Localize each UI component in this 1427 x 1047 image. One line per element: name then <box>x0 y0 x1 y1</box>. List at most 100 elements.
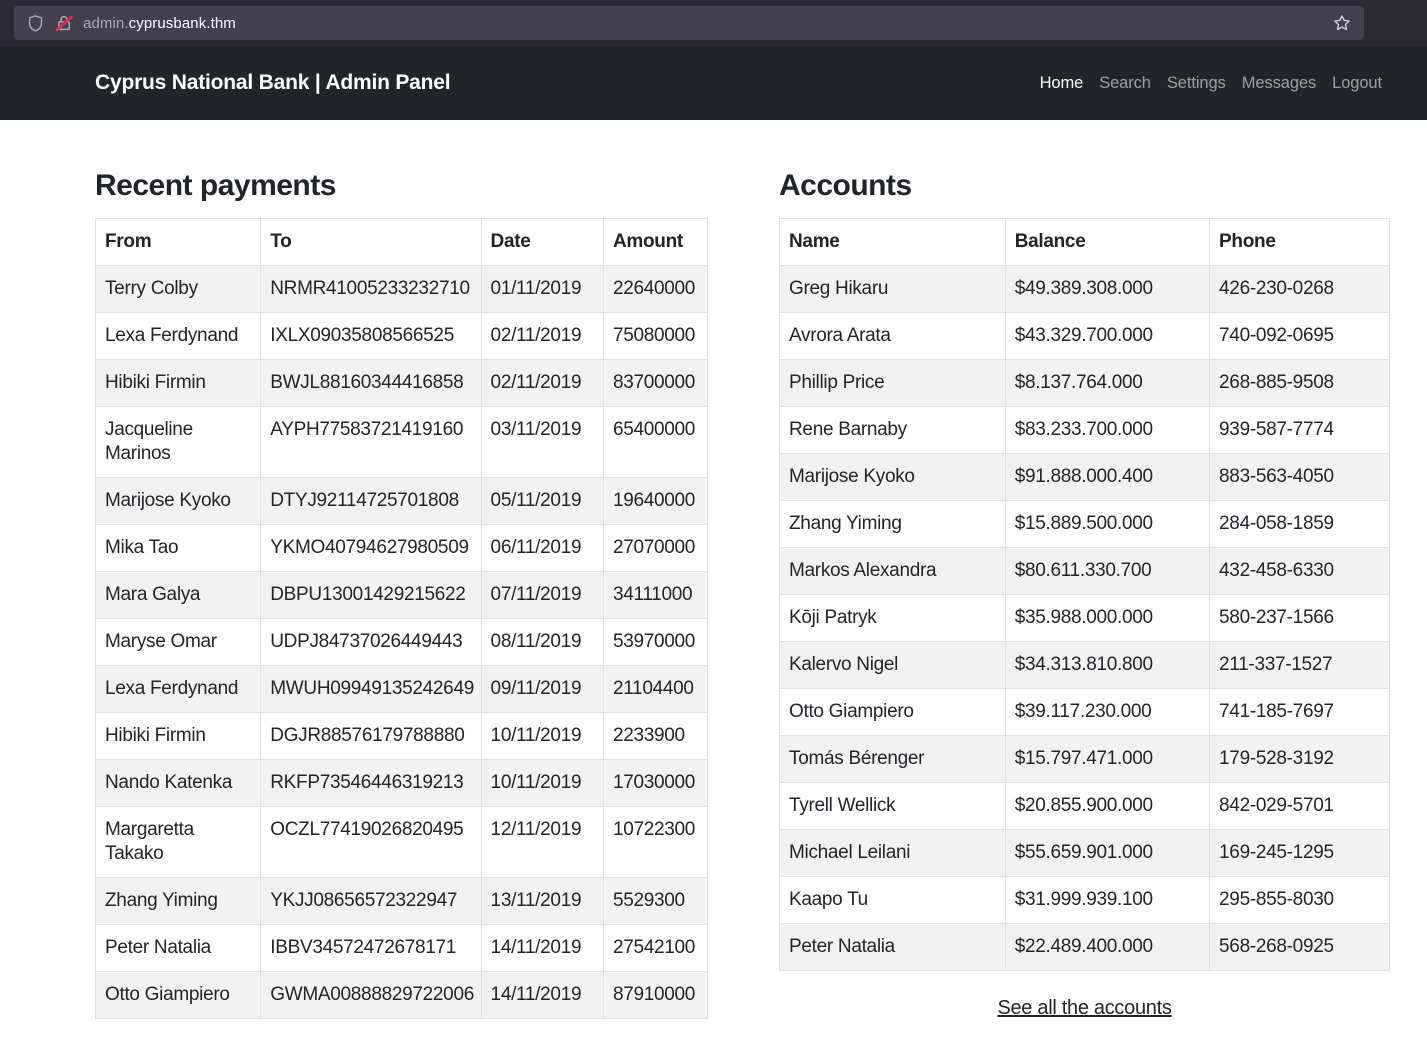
table-row: Otto Giampiero$39.117.230.000741-185-769… <box>780 689 1390 736</box>
table-cell: 08/11/2019 <box>481 619 603 666</box>
url-domain: cyprusbank.thm <box>129 15 236 32</box>
table-cell: Mara Galya <box>96 572 261 619</box>
table-cell: 14/11/2019 <box>481 972 603 1019</box>
table-cell: $20.855.900.000 <box>1005 783 1209 830</box>
table-cell: Terry Colby <box>96 266 261 313</box>
table-cell: 03/11/2019 <box>481 407 603 478</box>
table-cell: $15.889.500.000 <box>1005 501 1209 548</box>
table-cell: 179-528-3192 <box>1210 736 1390 783</box>
table-cell: RKFP73546446319213 <box>261 760 481 807</box>
bookmark-star-icon[interactable] <box>1332 13 1352 33</box>
table-cell: Michael Leilani <box>780 830 1006 877</box>
table-cell: 580-237-1566 <box>1210 595 1390 642</box>
table-row: Maryse OmarUDPJ8473702644944308/11/20195… <box>96 619 708 666</box>
table-cell: 10/11/2019 <box>481 713 603 760</box>
table-cell: 741-185-7697 <box>1210 689 1390 736</box>
table-cell: BWJL88160344416858 <box>261 360 481 407</box>
table-cell: Kalervo Nigel <box>780 642 1006 689</box>
table-cell: NRMR41005233232710 <box>261 266 481 313</box>
table-cell: 34111000 <box>603 572 707 619</box>
table-cell: Marijose Kyoko <box>96 478 261 525</box>
table-row: Peter NataliaIBBV3457247267817114/11/201… <box>96 925 708 972</box>
table-cell: 5529300 <box>603 878 707 925</box>
table-cell: 09/11/2019 <box>481 666 603 713</box>
table-cell: Hibiki Firmin <box>96 713 261 760</box>
table-cell: 268-885-9508 <box>1210 360 1390 407</box>
accounts-section: Accounts Name Balance Phone Greg Hikaru$… <box>779 168 1390 1020</box>
see-all-accounts-link[interactable]: See all the accounts <box>997 997 1171 1019</box>
table-cell: 211-337-1527 <box>1210 642 1390 689</box>
table-cell: 19640000 <box>603 478 707 525</box>
table-row: Markos Alexandra$80.611.330.700432-458-6… <box>780 548 1390 595</box>
table-row: Peter Natalia$22.489.400.000568-268-0925 <box>780 924 1390 971</box>
table-cell: DTYJ92114725701808 <box>261 478 481 525</box>
table-row: Marijose Kyoko$91.888.000.400883-563-405… <box>780 454 1390 501</box>
nav-link-home[interactable]: Home <box>1040 74 1084 92</box>
table-cell: 01/11/2019 <box>481 266 603 313</box>
table-cell: 13/11/2019 <box>481 878 603 925</box>
shield-icon[interactable] <box>26 14 45 33</box>
table-row: Zhang Yiming$15.889.500.000284-058-1859 <box>780 501 1390 548</box>
url-prefix: admin. <box>83 15 129 32</box>
table-cell: $35.988.000.000 <box>1005 595 1209 642</box>
insecure-lock-icon[interactable] <box>55 14 73 32</box>
table-cell: 06/11/2019 <box>481 525 603 572</box>
nav-link-search[interactable]: Search <box>1099 74 1151 92</box>
table-cell: 568-268-0925 <box>1210 924 1390 971</box>
table-cell: Avrora Arata <box>780 313 1006 360</box>
table-cell: Kōji Patryk <box>780 595 1006 642</box>
table-cell: $83.233.700.000 <box>1005 407 1209 454</box>
nav-link-logout[interactable]: Logout <box>1332 74 1382 92</box>
navbar: Cyprus National Bank | Admin Panel Home … <box>0 46 1427 120</box>
table-row: Marijose KyokoDTYJ9211472570180805/11/20… <box>96 478 708 525</box>
table-cell: 05/11/2019 <box>481 478 603 525</box>
table-cell: Kaapo Tu <box>780 877 1006 924</box>
table-cell: YKMO40794627980509 <box>261 525 481 572</box>
url-bar[interactable]: admin.cyprusbank.thm <box>14 6 1364 40</box>
table-cell: Hibiki Firmin <box>96 360 261 407</box>
table-row: Kalervo Nigel$34.313.810.800211-337-1527 <box>780 642 1390 689</box>
table-cell: IBBV34572472678171 <box>261 925 481 972</box>
table-cell: 83700000 <box>603 360 707 407</box>
table-cell: Rene Barnaby <box>780 407 1006 454</box>
table-cell: 27070000 <box>603 525 707 572</box>
table-cell: 284-058-1859 <box>1210 501 1390 548</box>
table-cell: 07/11/2019 <box>481 572 603 619</box>
table-cell: GWMA00888829722006 <box>261 972 481 1019</box>
table-row: Tyrell Wellick$20.855.900.000842-029-570… <box>780 783 1390 830</box>
table-cell: 169-245-1295 <box>1210 830 1390 877</box>
table-cell: 10722300 <box>603 807 707 878</box>
table-cell: MWUH09949135242649 <box>261 666 481 713</box>
column-header-to: To <box>261 219 481 266</box>
table-cell: IXLX09035808566525 <box>261 313 481 360</box>
table-row: Margaretta TakakoOCZL7741902682049512/11… <box>96 807 708 878</box>
table-cell: 21104400 <box>603 666 707 713</box>
table-cell: $31.999.939.100 <box>1005 877 1209 924</box>
table-cell: $55.659.901.000 <box>1005 830 1209 877</box>
recent-payments-section: Recent payments From To Date Amount Terr… <box>95 168 708 1020</box>
table-cell: $43.329.700.000 <box>1005 313 1209 360</box>
payments-table: From To Date Amount Terry ColbyNRMR41005… <box>95 218 708 1019</box>
table-row: Terry ColbyNRMR4100523323271001/11/20192… <box>96 266 708 313</box>
table-cell: $39.117.230.000 <box>1005 689 1209 736</box>
table-row: Phillip Price$8.137.764.000268-885-9508 <box>780 360 1390 407</box>
url-text[interactable]: admin.cyprusbank.thm <box>83 15 236 32</box>
table-cell: Marijose Kyoko <box>780 454 1006 501</box>
table-cell: $34.313.810.800 <box>1005 642 1209 689</box>
see-all-accounts-wrap: See all the accounts <box>779 997 1390 1020</box>
table-cell: 432-458-6330 <box>1210 548 1390 595</box>
table-cell: Jacqueline Marinos <box>96 407 261 478</box>
table-cell: 65400000 <box>603 407 707 478</box>
nav-link-messages[interactable]: Messages <box>1242 74 1316 92</box>
table-row: Lexa FerdynandMWUH0994913524264909/11/20… <box>96 666 708 713</box>
table-cell: $22.489.400.000 <box>1005 924 1209 971</box>
nav-link-settings[interactable]: Settings <box>1167 74 1226 92</box>
table-cell: 939-587-7774 <box>1210 407 1390 454</box>
table-cell: Otto Giampiero <box>96 972 261 1019</box>
table-cell: 87910000 <box>603 972 707 1019</box>
table-cell: $80.611.330.700 <box>1005 548 1209 595</box>
table-row: Lexa FerdynandIXLX0903580856652502/11/20… <box>96 313 708 360</box>
table-cell: DBPU13001429215622 <box>261 572 481 619</box>
browser-chrome: admin.cyprusbank.thm <box>0 0 1427 46</box>
column-header-amount: Amount <box>603 219 707 266</box>
